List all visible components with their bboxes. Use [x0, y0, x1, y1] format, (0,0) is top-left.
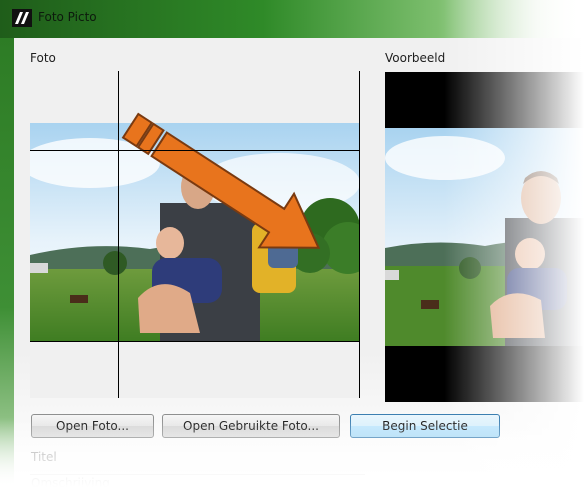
photo-label: Foto	[30, 51, 56, 65]
preview-canvas	[385, 72, 584, 402]
preview-image	[385, 128, 584, 346]
description-field-label: Omschrijving	[31, 476, 110, 487]
window-title: Foto Picto	[38, 10, 97, 24]
begin-selection-button[interactable]: Begin Selectie	[350, 414, 500, 438]
selection-guide-left[interactable]	[118, 71, 119, 398]
title-input[interactable]	[30, 474, 365, 475]
open-photo-button[interactable]: Open Foto...	[31, 414, 154, 438]
picto-app-icon	[12, 9, 32, 27]
selection-guide-top[interactable]	[30, 150, 360, 151]
title-bar[interactable]: Foto Picto	[0, 0, 584, 38]
selection-guide-right[interactable]	[359, 71, 360, 398]
open-used-photo-button[interactable]: Open Gebruikte Foto...	[162, 414, 340, 438]
app-window: Foto Picto Foto Voorbeeld Open Foto... O…	[0, 0, 584, 487]
selection-guide-bottom[interactable]	[30, 341, 360, 342]
photo-canvas[interactable]	[30, 71, 360, 398]
direction-arrow	[121, 112, 321, 249]
window-frame-left	[0, 38, 14, 487]
title-field-label: Titel	[31, 450, 57, 464]
preview-label: Voorbeeld	[385, 51, 446, 65]
